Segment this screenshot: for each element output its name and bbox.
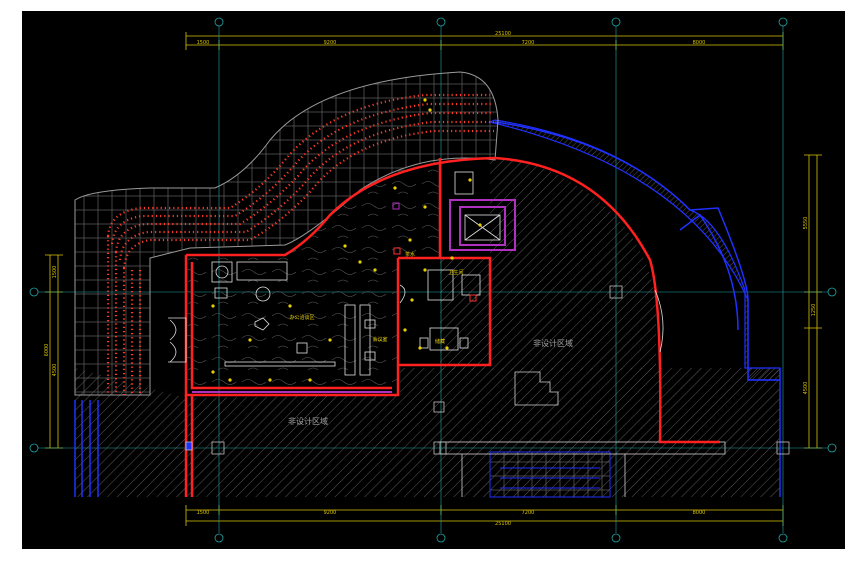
hatch-area-bottom	[75, 368, 780, 497]
dim-right-seg-3: 4500	[803, 382, 809, 395]
label-office: 办公洽谈区	[289, 314, 314, 321]
dim-left-total: 6000	[44, 344, 50, 357]
dim-top-seg-4: 8000	[693, 40, 706, 46]
dim-bottom-seg-3: 7200	[522, 510, 535, 516]
dim-top-seg-1: 1500	[197, 40, 210, 46]
label-small-room: 茶水	[405, 251, 415, 258]
dim-top-total: 25100	[495, 31, 511, 37]
floor-plan-svg: 25100 1500 9200 7200 8000 1500 9200 7200…	[29, 17, 837, 543]
dim-bottom-seg-4: 8000	[693, 510, 706, 516]
label-non-design-center: 非设计区域	[533, 338, 573, 348]
dim-top-seg-2: 9200	[324, 40, 337, 46]
dim-bottom-seg-2: 9200	[324, 510, 337, 516]
dim-right-seg-1: 5550	[803, 217, 809, 230]
stairs-bottom	[489, 451, 611, 498]
drawing-canvas[interactable]: 25100 1500 9200 7200 8000 1500 9200 7200…	[22, 11, 845, 549]
label-non-design-bottom: 非设计区域	[288, 416, 328, 426]
dimension-right	[804, 154, 822, 449]
dim-left-seg-2: 4500	[52, 364, 58, 377]
label-toilet: 卫生间	[448, 269, 463, 276]
dim-left-seg-1: 1500	[52, 266, 58, 279]
label-storage: 储藏	[435, 338, 445, 345]
cad-viewport: 25100 1500 9200 7200 8000 1500 9200 7200…	[0, 0, 867, 562]
label-meeting: 会议室	[372, 336, 387, 343]
dim-top-seg-3: 7200	[522, 40, 535, 46]
dim-right-seg-2: 1250	[811, 304, 817, 317]
dim-bottom-seg-1: 1500	[197, 510, 210, 516]
dim-bottom-total: 25100	[495, 521, 511, 527]
